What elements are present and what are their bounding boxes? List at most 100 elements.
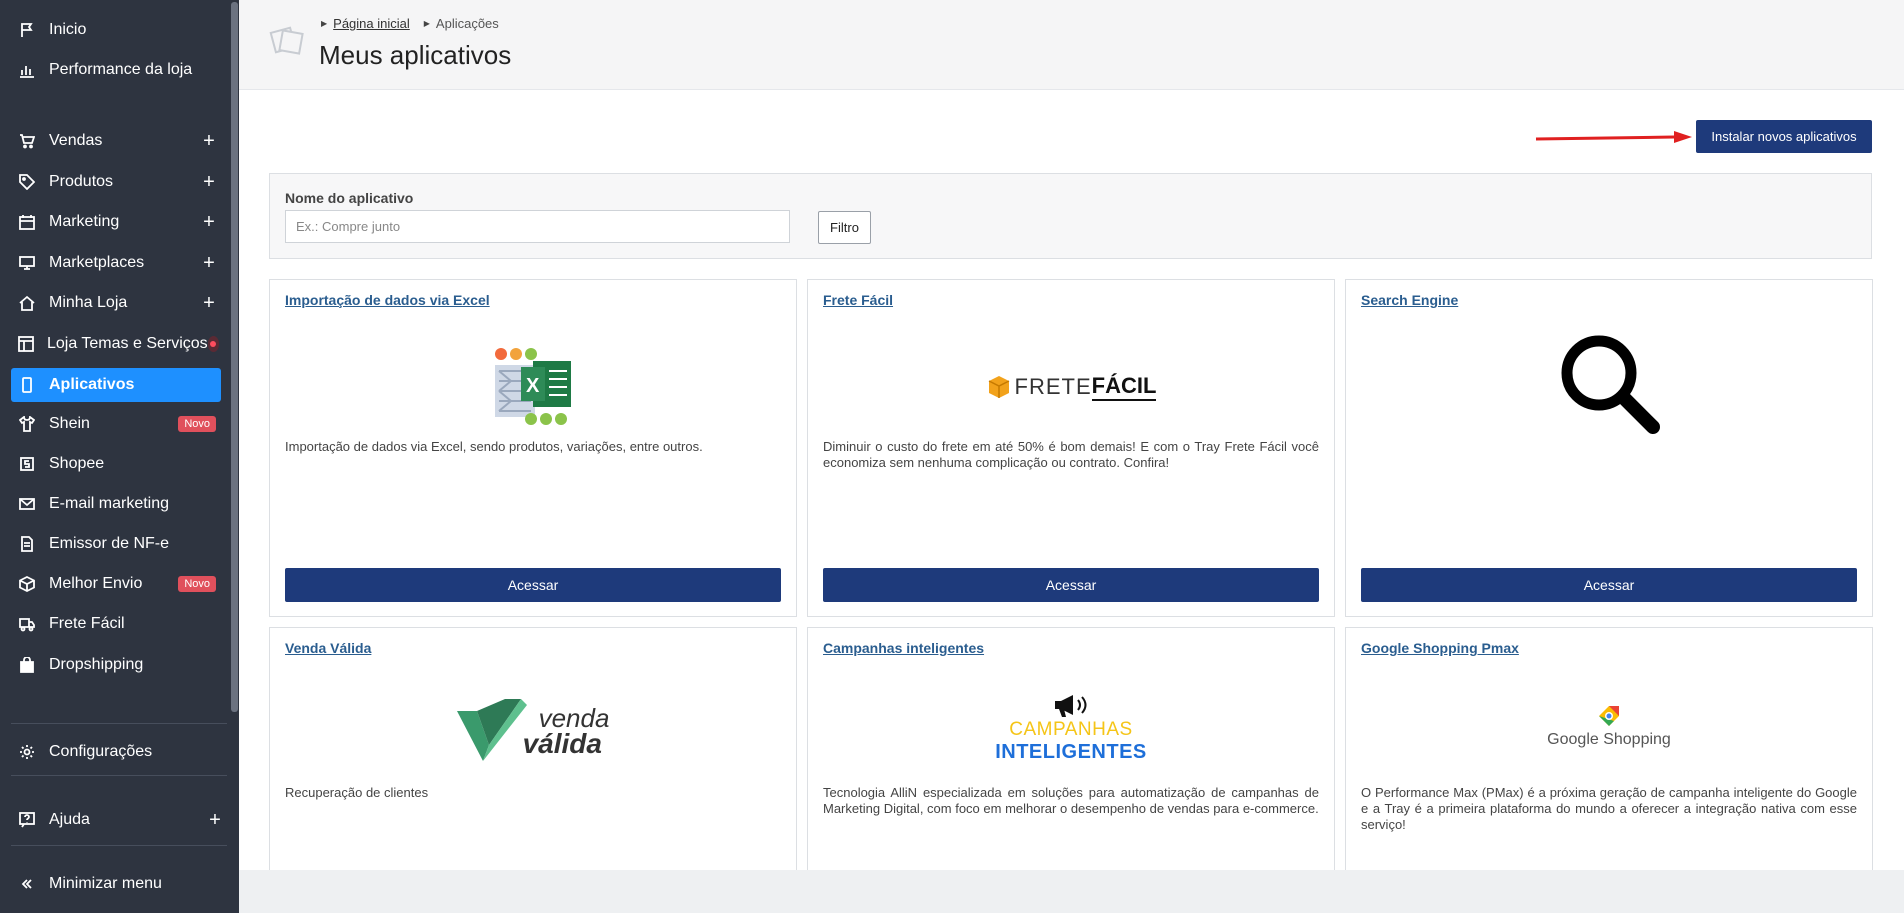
main-content: Instalar novos aplicativos Nome do aplic… <box>239 90 1904 887</box>
app-card-title[interactable]: Search Engine <box>1361 292 1458 308</box>
campanhas-logo-text-b: INTELIGENTES <box>995 741 1147 763</box>
sidebar-item-dropshipping[interactable]: Dropshipping <box>11 648 221 682</box>
sidebar-item-produtos[interactable]: Produtos + <box>11 165 221 199</box>
caret-right-icon: ▶ <box>423 19 430 28</box>
venda-valida-wordmark: venda válida <box>522 703 610 759</box>
excel-import-icon: X <box>495 348 571 425</box>
calendar-icon <box>18 213 36 231</box>
sidebar-item-configuracoes[interactable]: Configurações <box>11 735 221 769</box>
expand-plus-icon[interactable]: + <box>199 293 219 313</box>
sidebar-divider <box>11 723 227 724</box>
app-card: Venda Válida venda válida Recuperação de… <box>269 627 797 887</box>
app-card: Importação de dados via Excel X Importaç… <box>269 279 797 617</box>
bar-chart-icon <box>18 61 36 79</box>
breadcrumb: ▶ Página inicial ▶ Aplicações <box>321 16 499 31</box>
megaphone-icon <box>1055 695 1087 717</box>
page-header: ▶ Página inicial ▶ Aplicações Meus aplicat… <box>239 0 1904 90</box>
campanhas-logo-text-a: CAMPANHAS <box>1009 719 1133 740</box>
red-arrow-annotation <box>1535 131 1692 143</box>
truck-icon <box>18 615 36 633</box>
box-icon <box>18 575 36 593</box>
caret-right-icon: ▶ <box>321 19 328 28</box>
app-name-input[interactable] <box>285 210 790 243</box>
sidebar-divider <box>11 845 227 846</box>
google-shopping-logo: Google Shopping <box>1346 696 1872 756</box>
access-button[interactable]: Acessar <box>1361 568 1857 602</box>
excel-import-logo: X <box>270 342 796 432</box>
breadcrumb-link-home[interactable]: Página inicial <box>333 16 410 31</box>
new-badge: Novo <box>178 416 216 432</box>
page-footer-strip <box>239 870 1904 913</box>
frete-facil-logo-text-b: FÁCIL <box>1091 373 1157 401</box>
flag-icon <box>18 21 36 39</box>
frete-facil-logo: FRETE FÁCIL <box>808 342 1334 432</box>
app-card-title[interactable]: Google Shopping Pmax <box>1361 640 1519 656</box>
sidebar-scrollbar[interactable] <box>231 2 238 712</box>
svg-text:X: X <box>526 375 540 397</box>
cart-icon <box>18 132 36 150</box>
magnifier-logo <box>1346 330 1872 435</box>
sidebar-divider <box>11 775 227 776</box>
document-icon <box>18 535 36 553</box>
phone-icon <box>18 376 36 394</box>
expand-plus-icon[interactable]: + <box>199 253 219 273</box>
campanhas-logo: CAMPANHAS INTELIGENTES <box>808 688 1334 768</box>
install-new-apps-button[interactable]: Instalar novos aplicativos <box>1696 120 1872 153</box>
sidebar-item-melhor-envio[interactable]: Melhor Envio Novo <box>11 567 221 601</box>
shirt-icon <box>18 415 36 433</box>
sidebar-item-frete-facil[interactable]: Frete Fácil <box>11 607 221 641</box>
app-card-description: O Performance Max (PMax) é a próxima ger… <box>1361 785 1857 832</box>
app-card-description: Diminuir o custo do frete em até 50% é b… <box>823 439 1319 470</box>
magnifier-icon <box>1561 335 1660 434</box>
sidebar-item-marketing[interactable]: Marketing + <box>11 205 221 239</box>
sidebar-item-ajuda[interactable]: Ajuda + <box>11 803 221 837</box>
sidebar-item-shein[interactable]: Shein Novo <box>11 407 221 441</box>
help-icon <box>18 811 36 829</box>
gear-icon <box>18 743 36 761</box>
sidebar-item-email-marketing[interactable]: E-mail marketing <box>11 487 221 521</box>
expand-plus-icon[interactable]: + <box>205 810 225 830</box>
minimize-menu-button[interactable]: Minimizar menu <box>11 867 221 901</box>
shopee-icon <box>18 455 36 473</box>
check-v-icon <box>456 699 527 761</box>
app-card-description: Tecnologia AlliN especializada em soluçõ… <box>823 785 1319 816</box>
expand-plus-icon[interactable]: + <box>199 212 219 232</box>
sidebar-item-vendas[interactable]: Vendas + <box>11 124 221 158</box>
app-card-description: Recuperação de clientes <box>285 785 429 800</box>
new-badge: Novo <box>178 576 216 592</box>
app-card-title[interactable]: Venda Válida <box>285 640 371 656</box>
google-shopping-tag-icon <box>1599 705 1619 726</box>
mail-icon <box>18 495 36 513</box>
app-card-title[interactable]: Frete Fácil <box>823 292 893 308</box>
app-card-title[interactable]: Campanhas inteligentes <box>823 640 984 656</box>
expand-plus-icon[interactable]: + <box>199 172 219 192</box>
sidebar-item-performance[interactable]: Performance da loja <box>11 53 221 87</box>
app-card: Google Shopping Pmax Google Shopping O P… <box>1345 627 1873 887</box>
app-card: Frete Fácil FRETE FÁCIL Diminuir o custo … <box>807 279 1335 617</box>
sidebar-item-loja-temas[interactable]: Loja Temas e Serviços <box>11 327 221 361</box>
access-button[interactable]: Acessar <box>823 568 1319 602</box>
filter-button[interactable]: Filtro <box>818 211 871 244</box>
bag-icon <box>18 656 36 674</box>
tag-icon <box>18 173 36 191</box>
sidebar-item-emissor-nfe[interactable]: Emissor de NF-e <box>11 527 221 561</box>
app-card: Campanhas inteligentes CAMPANHAS INTELIG… <box>807 627 1335 887</box>
sidebar-item-shopee[interactable]: Shopee <box>11 447 221 481</box>
notification-dot-icon <box>207 336 219 352</box>
sidebar: Inicio Performance da loja Vendas + Prod… <box>0 0 239 913</box>
sidebar-item-marketplaces[interactable]: Marketplaces + <box>11 246 221 280</box>
breadcrumb-home: ▶ Página inicial <box>321 16 410 31</box>
sidebar-item-inicio[interactable]: Inicio <box>11 13 221 47</box>
layout-icon <box>18 335 34 353</box>
filter-panel: Nome do aplicativo Filtro <box>269 173 1872 259</box>
expand-plus-icon[interactable]: + <box>199 131 219 151</box>
double-chevron-left-icon <box>18 875 36 893</box>
home-icon <box>18 294 36 312</box>
sidebar-item-minha-loja[interactable]: Minha Loja + <box>11 286 221 320</box>
app-card-title[interactable]: Importação de dados via Excel <box>285 292 490 308</box>
sidebar-item-aplicativos[interactable]: Aplicativos <box>11 368 221 402</box>
access-button[interactable]: Acessar <box>285 568 781 602</box>
app-card: Search Engine Acessar <box>1345 279 1873 617</box>
filter-label: Nome do aplicativo <box>285 190 414 206</box>
page-title: Meus aplicativos <box>319 40 512 70</box>
